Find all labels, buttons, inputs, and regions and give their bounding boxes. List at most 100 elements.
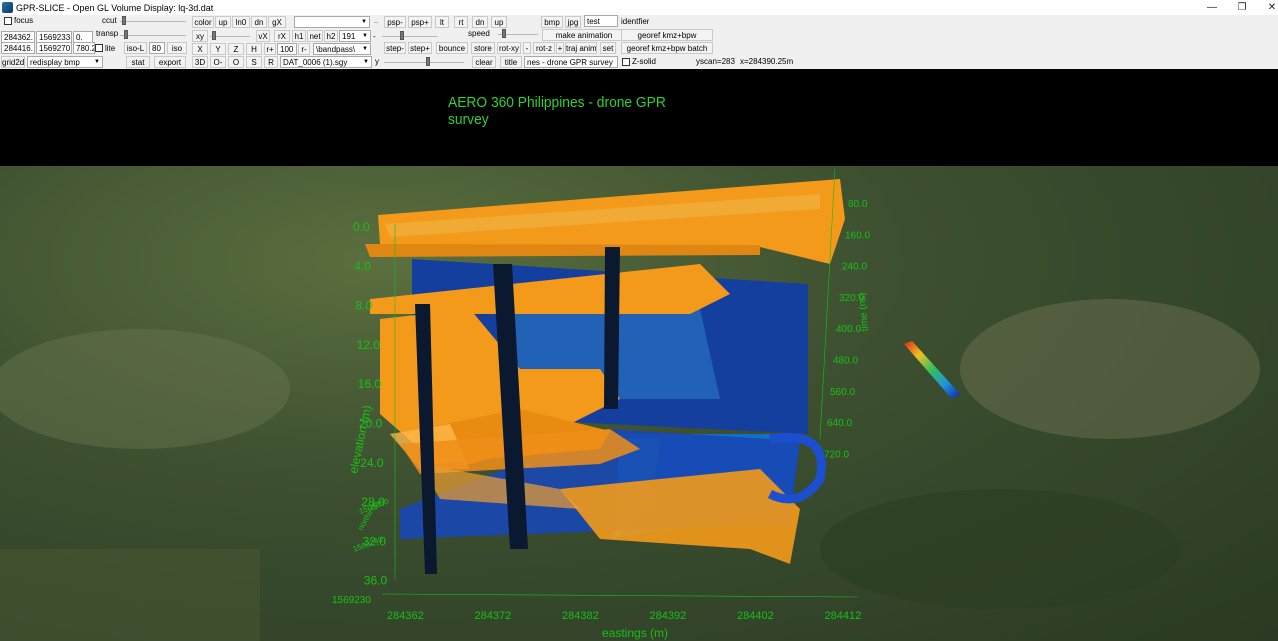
focus-checkbox[interactable]	[4, 17, 12, 25]
yscan-readout: yscan=283	[696, 57, 735, 66]
filter-dropdown[interactable]: \bandpass\	[313, 43, 371, 55]
z-max-field[interactable]: 780.2	[73, 42, 95, 54]
redisplay-dropdown[interactable]: redisplay bmp	[27, 56, 103, 68]
grid2d-button[interactable]: grid2d	[1, 56, 25, 68]
s-button[interactable]: S	[246, 56, 262, 68]
clear-button[interactable]: clear	[472, 56, 496, 68]
rt-button[interactable]: rt	[454, 16, 468, 28]
dn2-button[interactable]: dn	[472, 16, 488, 28]
restore-button[interactable]: ❐	[1226, 0, 1258, 15]
elevation-tick-label: 12.0	[357, 338, 381, 352]
r-button[interactable]: R	[264, 56, 278, 68]
export-button[interactable]: export	[154, 56, 186, 68]
o-minus-button[interactable]: O-	[210, 56, 226, 68]
easting-tick-label: 284372	[475, 610, 512, 622]
bounce-button[interactable]: bounce	[436, 42, 468, 54]
window-title: GPR-SLICE - Open GL Volume Display: lq-3…	[16, 2, 214, 13]
y-axis-button[interactable]: Y	[210, 43, 226, 55]
color-scale-bar	[904, 341, 960, 399]
focus-label: focus	[14, 16, 34, 25]
traj-anim-button[interactable]: traj anim	[565, 42, 597, 54]
net-button[interactable]: net	[307, 30, 323, 42]
make-animation-button[interactable]: make animation	[542, 29, 626, 41]
transp-slider[interactable]	[124, 30, 128, 39]
rot-plus-button[interactable]: +	[556, 42, 564, 54]
rot-z-button[interactable]: rot-z	[533, 42, 555, 54]
rx-button[interactable]: rX	[274, 30, 290, 42]
title-button[interactable]: title	[500, 56, 522, 68]
step-minus-button[interactable]: step-	[384, 42, 406, 54]
identifier-label: identfier	[621, 17, 650, 26]
lite-checkbox[interactable]	[95, 44, 103, 52]
h1-button[interactable]: h1	[292, 30, 306, 42]
ccut-slider[interactable]	[122, 16, 126, 25]
xy-button[interactable]: xy	[192, 30, 208, 42]
zsolid-checkbox[interactable]	[622, 58, 630, 66]
iso-button[interactable]: iso	[167, 42, 187, 54]
r-plus-button[interactable]: r+	[264, 43, 276, 55]
xy-slider[interactable]	[212, 31, 216, 40]
bmp-button[interactable]: bmp	[541, 16, 563, 28]
pillar-3	[604, 247, 620, 409]
time-tick-label: 640.0	[827, 418, 852, 429]
iso-l-button[interactable]: iso-L	[124, 42, 147, 54]
easting-axis-label: eastings (m)	[602, 626, 668, 640]
time-tick-label: 560.0	[830, 387, 855, 398]
r-minus-button[interactable]: r-	[298, 43, 310, 55]
file-dropdown[interactable]: DAT_0006 (1).sgy	[280, 56, 372, 68]
store-button[interactable]: store	[471, 42, 495, 54]
vx-button[interactable]: vX	[256, 30, 270, 42]
lt-button[interactable]: lt	[435, 16, 449, 28]
minus-label: -	[373, 32, 376, 41]
gpr-volume-scene[interactable]: 0.04.08.012.016.020.024.028.032.036.0 80…	[0, 69, 1278, 641]
speed-slider-2[interactable]	[502, 29, 506, 38]
h2-dropdown[interactable]: 191	[339, 30, 371, 42]
r-value-field[interactable]: 100	[277, 43, 297, 55]
up-button[interactable]: up	[215, 16, 231, 28]
x-max-field[interactable]: 284416.	[1, 42, 35, 54]
close-button[interactable]: ✕	[1256, 0, 1278, 15]
y-max-field[interactable]: 1569270	[36, 42, 72, 54]
step-plus-button[interactable]: step+	[408, 42, 432, 54]
psp-minus-button[interactable]: psp-	[384, 16, 406, 28]
speed-slider[interactable]	[400, 31, 404, 40]
color-dropdown[interactable]	[294, 16, 370, 28]
h2-button[interactable]: h2	[324, 30, 338, 42]
rot-minus-button[interactable]: -	[523, 42, 531, 54]
elevation-tick-label: 8.0	[355, 299, 372, 313]
identifier-field[interactable]: test	[584, 15, 618, 27]
set-button[interactable]: set	[600, 42, 616, 54]
elevation-tick-label: 16.0	[358, 377, 382, 391]
ln0-button[interactable]: ln0	[232, 16, 250, 28]
elevation-tick-label: 4.0	[354, 259, 371, 273]
rot-xy-button[interactable]: rot-xy	[497, 42, 521, 54]
iso-value-field[interactable]: 80	[149, 42, 165, 54]
x-axis-button[interactable]: X	[192, 43, 208, 55]
z-axis-button[interactable]: Z	[228, 43, 244, 55]
time-tick-label: 480.0	[833, 356, 858, 367]
opengl-viewport[interactable]: AERO 360 Philippines - drone GPR survey	[0, 69, 1278, 641]
up2-button[interactable]: up	[491, 16, 507, 28]
easting-tick-label: 284392	[650, 610, 687, 622]
easting-axis	[381, 593, 859, 598]
y-slider[interactable]	[426, 57, 430, 66]
georef-button[interactable]: georef kmz+bpw	[621, 29, 713, 41]
time-tick-label: 80.0	[848, 199, 868, 210]
georef-batch-button[interactable]: georef kmz+bpw batch	[621, 42, 713, 54]
h-button[interactable]: H	[246, 43, 262, 55]
minimize-button[interactable]: —	[1196, 0, 1228, 15]
gx-button[interactable]: gX	[268, 16, 286, 28]
easting-tick-label: 284402	[737, 610, 774, 622]
x-position-readout: x=284390.25m	[740, 57, 794, 66]
time-tick-label: 720.0	[824, 449, 849, 460]
easting-tick-label: 284412	[825, 610, 862, 622]
psp-plus-button[interactable]: psp+	[408, 16, 432, 28]
dn-button[interactable]: dn	[251, 16, 267, 28]
stat-button[interactable]: stat	[126, 56, 150, 68]
title-field[interactable]: nes - drone GPR survey	[524, 56, 618, 68]
3d-button[interactable]: 3D	[192, 56, 208, 68]
jpg-button[interactable]: jpg	[565, 16, 581, 28]
o-button[interactable]: O	[228, 56, 244, 68]
color-button[interactable]: color	[192, 16, 214, 28]
lite-label: lite	[105, 44, 116, 53]
